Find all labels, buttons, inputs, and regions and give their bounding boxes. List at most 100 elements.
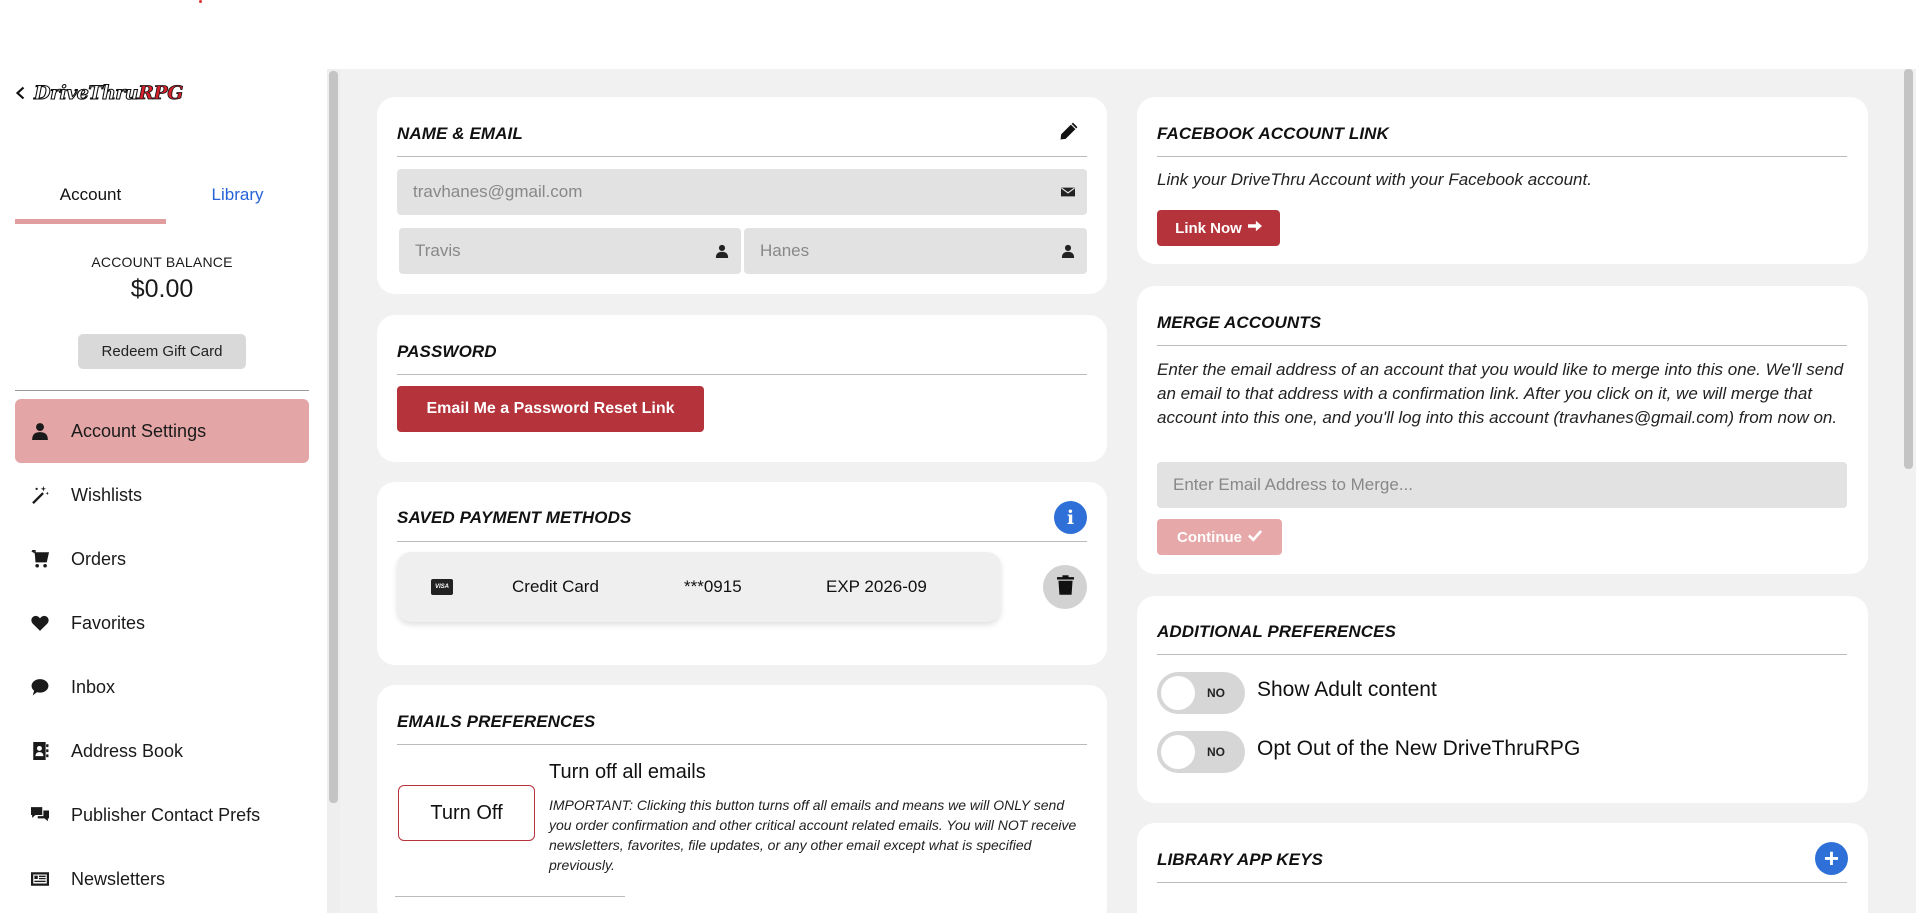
top-bar: [0, 0, 1916, 69]
email-preferences-divider: [397, 744, 1087, 745]
sidebar-item-account-settings[interactable]: Account Settings: [15, 399, 309, 463]
merge-email-placeholder: Enter Email Address to Merge...: [1173, 475, 1413, 494]
facebook-link-description: Link your DriveThru Account with your Fa…: [1157, 170, 1592, 189]
merge-accounts-title: MERGE ACCOUNTS: [1157, 313, 1322, 332]
edit-pencil-icon[interactable]: [1060, 122, 1078, 145]
visa-icon: VISA: [431, 579, 453, 595]
red-dot: [199, 0, 202, 3]
checkmark-icon: [1247, 528, 1263, 546]
sidebar-item-label: Account Settings: [71, 420, 207, 441]
opt-out-toggle[interactable]: NO: [1157, 731, 1245, 773]
sidebar-scrollbar-thumb[interactable]: [329, 71, 338, 803]
payment-method-row: VISA Credit Card ***0915 EXP 2026-09: [397, 552, 1001, 622]
additional-preferences-card: ADDITIONAL PREFERENCES NO Show Adult con…: [1137, 596, 1868, 803]
cart-icon: [28, 550, 52, 568]
sidebar-item-label: Newsletters: [71, 868, 166, 889]
merge-email-input[interactable]: Enter Email Address to Merge...: [1157, 462, 1847, 508]
arrow-right-icon: [1247, 219, 1262, 237]
logo-row[interactable]: DriveThruRPG: [14, 80, 184, 106]
sidebar-item-address-book[interactable]: Address Book: [15, 719, 309, 783]
first-name-field[interactable]: Travis: [399, 228, 741, 274]
password-divider: [397, 374, 1087, 375]
back-chevron-icon[interactable]: [14, 86, 28, 100]
magic-wand-icon: [28, 486, 52, 504]
library-app-keys-card: LIBRARY APP KEYS +: [1137, 823, 1868, 913]
toggle-knob: [1161, 735, 1195, 769]
account-balance-label: ACCOUNT BALANCE: [91, 254, 233, 270]
sidebar-item-newsletters[interactable]: Newsletters: [15, 847, 309, 911]
first-name-placeholder: Travis: [415, 241, 461, 260]
redeem-gift-card-button[interactable]: Redeem Gift Card: [78, 334, 246, 369]
delete-payment-button[interactable]: [1043, 565, 1087, 609]
user-icon: [28, 422, 52, 440]
password-card: PASSWORD Email Me a Password Reset Link: [377, 315, 1107, 462]
last-name-field[interactable]: Hanes: [744, 228, 1087, 274]
name-email-divider: [397, 156, 1087, 157]
name-email-title: NAME & EMAIL: [397, 124, 523, 143]
card-number: ***0915: [684, 577, 742, 596]
drivethrurpg-logo[interactable]: DriveThruRPG: [33, 81, 183, 104]
sidebar-item-orders[interactable]: Orders: [15, 527, 309, 591]
sidebar-scrollbar[interactable]: [327, 69, 340, 913]
sidebar-item-label: Favorites: [71, 612, 146, 633]
merge-accounts-divider: [1157, 345, 1847, 346]
heart-icon: [28, 614, 52, 632]
email-placeholder: travhanes@gmail.com: [413, 182, 583, 201]
name-email-card: NAME & EMAIL travhanes@gmail.com Travis …: [377, 97, 1107, 294]
adult-content-label: Show Adult content: [1257, 678, 1437, 701]
account-library-tabs: Account Library: [15, 180, 309, 224]
tab-library[interactable]: Library: [166, 180, 309, 224]
sidebar-item-label: Inbox: [71, 676, 116, 697]
payment-methods-divider: [397, 541, 1087, 542]
email-preferences-title: EMAILS PREFERENCES: [397, 712, 596, 731]
payment-methods-card: SAVED PAYMENT METHODS i VISA Credit Card…: [377, 482, 1107, 665]
sidebar-item-label: Orders: [71, 548, 127, 569]
sidebar-item-wishlists[interactable]: Wishlists: [15, 463, 309, 527]
page-scrollbar[interactable]: [1902, 69, 1916, 913]
account-balance-value: $0.00: [130, 275, 194, 303]
library-app-keys-title: LIBRARY APP KEYS: [1157, 850, 1323, 869]
adult-content-toggle[interactable]: NO: [1157, 672, 1245, 714]
toggle-state: NO: [1207, 745, 1225, 759]
email-preferences-card: EMAILS PREFERENCES Turn Off Turn off all…: [377, 685, 1107, 913]
turn-off-emails-notice: IMPORTANT: Clicking this button turns of…: [549, 797, 1077, 873]
sidebar-item-favorites[interactable]: Favorites: [15, 591, 309, 655]
merge-accounts-description: Enter the email address of an account th…: [1157, 360, 1844, 427]
envelope-icon: [1061, 184, 1075, 204]
tab-account[interactable]: Account: [15, 180, 166, 224]
additional-preferences-divider: [1157, 654, 1847, 655]
user-icon: [715, 243, 729, 263]
sidebar-item-publisher-contact-prefs[interactable]: Publisher Contact Prefs: [15, 783, 309, 847]
facebook-link-divider: [1157, 156, 1847, 157]
library-app-keys-divider: [1157, 882, 1847, 883]
email-field[interactable]: travhanes@gmail.com: [397, 169, 1087, 215]
continue-label: Continue: [1177, 528, 1242, 546]
toggle-state: NO: [1207, 686, 1225, 700]
info-icon[interactable]: i: [1054, 501, 1087, 534]
password-title: PASSWORD: [397, 342, 497, 361]
link-now-label: Link Now: [1175, 219, 1242, 237]
toggle-knob: [1161, 676, 1195, 710]
facebook-link-card: FACEBOOK ACCOUNT LINK Link your DriveThr…: [1137, 97, 1868, 264]
last-name-placeholder: Hanes: [760, 241, 810, 260]
comments-icon: [28, 806, 52, 824]
sidebar-item-label: Wishlists: [71, 484, 142, 505]
password-reset-button[interactable]: Email Me a Password Reset Link: [397, 386, 704, 432]
sidebar-item-label: Address Book: [71, 740, 184, 761]
turn-off-emails-button[interactable]: Turn Off: [398, 785, 535, 841]
add-app-key-button[interactable]: +: [1815, 842, 1848, 875]
sidebar-item-label: Publisher Contact Prefs: [71, 804, 261, 825]
chat-bubble-icon: [28, 678, 52, 696]
sidebar-item-inbox[interactable]: Inbox: [15, 655, 309, 719]
link-now-button[interactable]: Link Now: [1157, 210, 1280, 246]
opt-out-label: Opt Out of the New DriveThruRPG: [1257, 737, 1581, 760]
turn-off-emails-heading: Turn off all emails: [549, 761, 706, 783]
email-preferences-bottom-rule: [395, 896, 625, 897]
page-scrollbar-thumb[interactable]: [1904, 69, 1913, 469]
facebook-link-title: FACEBOOK ACCOUNT LINK: [1157, 124, 1389, 143]
payment-type: Credit Card: [512, 577, 599, 596]
continue-button[interactable]: Continue: [1157, 519, 1282, 555]
newspaper-icon: [28, 870, 52, 888]
user-icon: [1061, 243, 1075, 263]
merge-accounts-card: MERGE ACCOUNTS Enter the email address o…: [1137, 286, 1868, 574]
